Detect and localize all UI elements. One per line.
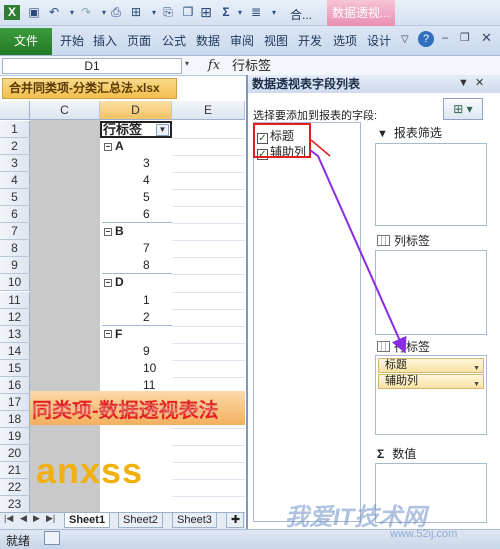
watermark-url: www.52ij.com — [390, 528, 458, 540]
annotation-arrow-line — [309, 149, 407, 354]
annotation-arrows — [309, 139, 407, 354]
watermark-text: 我爱IT技术网 — [285, 504, 427, 531]
